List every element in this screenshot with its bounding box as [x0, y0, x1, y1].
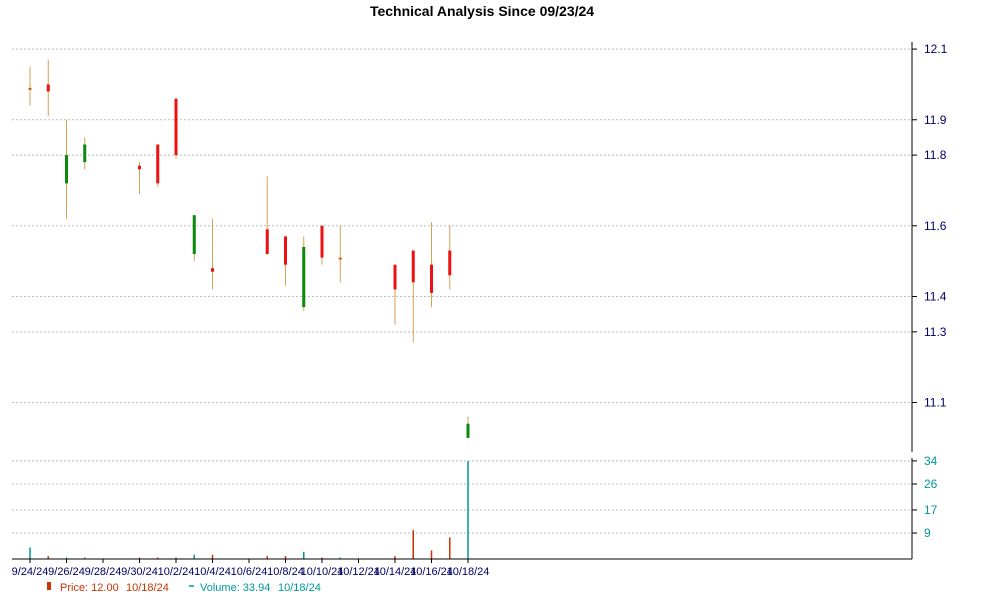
x-tick-label: 9/30/24: [121, 566, 158, 578]
volume-bar: [412, 530, 414, 559]
candle-body: [65, 155, 68, 184]
price-tick-label: 11.3: [924, 325, 947, 339]
price-tick-label: 12.1: [924, 42, 948, 56]
x-axis-labels: 9/24/24 9/26/24 9/28/24 9/30/24 10/2/24 10/4/…: [12, 559, 490, 578]
candle-body: [265, 229, 269, 255]
legend-price-label: Price: 12.00: [60, 582, 119, 594]
volume-bar: [211, 554, 214, 559]
candle-body: [411, 250, 415, 283]
candle-body: [430, 264, 433, 293]
chart-title: Technical Analysis Since 09/23/24: [370, 3, 594, 19]
price-tick-label: 11.6: [924, 219, 947, 233]
volume-tick-label: 17: [924, 503, 938, 517]
candle-body: [448, 250, 452, 276]
volume-grid: [12, 460, 912, 534]
price-candles: [28, 59, 470, 438]
candle-body: [192, 215, 196, 255]
x-tick-label: 10/8/24: [267, 566, 304, 578]
legend-price-date: 10/18/24: [126, 582, 169, 594]
technical-analysis-chart: Technical Analysis Since 09/23/24 12.1 11…: [0, 3, 1000, 594]
legend-price-swatch: [47, 582, 51, 590]
volume-tick-label: 34: [924, 454, 938, 468]
candle-body: [156, 144, 160, 184]
price-tick-label: 11.1: [924, 396, 947, 410]
candle-body: [320, 225, 324, 258]
x-tick-label: 9/26/24: [48, 566, 85, 578]
candle-body: [393, 264, 397, 290]
candle-body: [28, 87, 32, 90]
x-tick-label: 9/28/24: [85, 566, 122, 578]
price-tick-label: 11.4: [924, 289, 947, 303]
x-tick-label: 10/18/24: [447, 566, 490, 578]
chart-frame: Technical Analysis Since 09/23/24 12.1 11…: [0, 0, 1000, 600]
price-tick-label: 11.9: [924, 113, 947, 127]
volume-bar: [449, 537, 451, 559]
candle-body: [211, 268, 214, 272]
volume-tick-label: 26: [924, 477, 938, 491]
x-tick-label: 10/2/24: [158, 566, 195, 578]
volume-tick-label: 9: [924, 526, 931, 540]
candle-body: [302, 247, 306, 308]
x-tick-label: 9/24/24: [12, 566, 49, 578]
x-tick-label: 10/6/24: [231, 566, 268, 578]
candle-body: [284, 236, 287, 265]
legend-volume-label: Volume: 33.94: [200, 582, 270, 594]
price-grid: [12, 48, 912, 404]
legend-volume-date: 10/18/24: [278, 582, 321, 594]
price-axis-ticks: 12.1 11.9 11.8 11.6 11.4 11.3 11.1: [912, 42, 948, 410]
volume-bar: [303, 551, 305, 559]
volume-axis-ticks: 34 26 17 9: [912, 454, 938, 540]
legend: Price: 12.00 10/18/24 Volume: 33.94 10/1…: [47, 582, 321, 594]
price-tick-label: 11.8: [924, 148, 947, 162]
volume-bar: [467, 461, 469, 559]
candle-body: [338, 257, 342, 260]
volume-bar: [29, 547, 31, 559]
candle-body: [46, 84, 50, 92]
volume-bar: [193, 554, 195, 559]
x-tick-label: 10/4/24: [194, 566, 231, 578]
candle-body: [174, 98, 178, 156]
candle-body: [466, 423, 470, 438]
candle-body: [138, 165, 141, 170]
candle-body: [83, 144, 87, 163]
volume-bar: [430, 550, 433, 559]
